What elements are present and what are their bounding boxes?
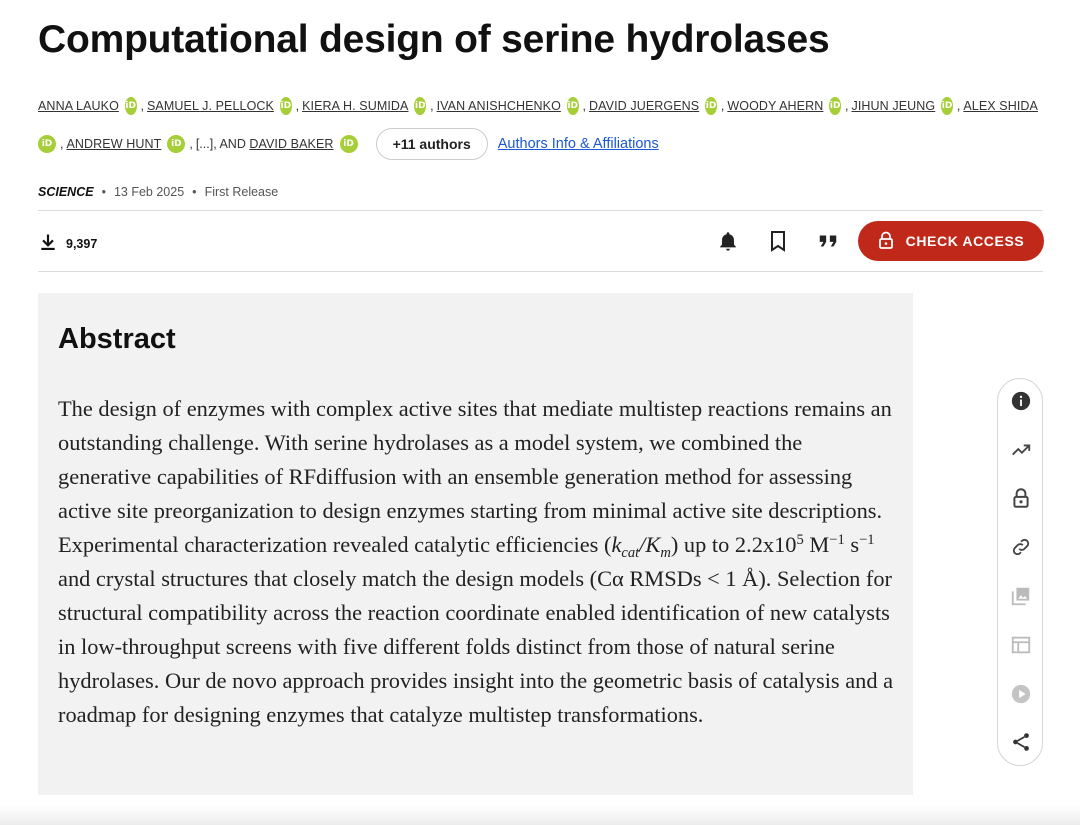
orcid-icon[interactable]: iD (829, 97, 841, 115)
publication-date: 13 Feb 2025 (113, 185, 185, 199)
author-separator: , (720, 99, 725, 113)
download-count-value: 9,397 (66, 236, 98, 251)
exponent: −1 (859, 531, 875, 548)
author-list: ANNA LAUKO iD, SAMUEL J. PELLOCK iD, KIE… (38, 94, 1038, 160)
share-icon[interactable] (1009, 730, 1033, 754)
author-link[interactable]: WOODY AHERN (727, 99, 823, 113)
author-separator: , (845, 99, 849, 113)
article-title: Computational design of serine hydrolase… (38, 18, 830, 61)
m-subscript: m (660, 545, 671, 562)
bell-icon[interactable] (716, 229, 740, 253)
article-meta: SCIENCE • 13 Feb 2025 • First Release (38, 185, 278, 199)
K-letter: K (645, 532, 661, 557)
author-link[interactable]: DAVID BAKER (249, 137, 333, 151)
author-link[interactable]: IVAN ANISHCHENKO (437, 99, 561, 113)
author-line-1: ANNA LAUKO iD, SAMUEL J. PELLOCK iD, KIE… (38, 94, 1038, 118)
affiliations-link[interactable]: Authors Info & Affiliations (498, 136, 659, 152)
trending-icon[interactable] (1009, 438, 1033, 462)
side-rail (997, 378, 1043, 766)
author-link[interactable]: ANDREW HUNT (66, 137, 161, 151)
divider (38, 271, 1043, 272)
abstract-heading: Abstract (58, 323, 176, 355)
author-link[interactable]: ANNA LAUKO (38, 99, 119, 113)
bookmark-icon[interactable] (766, 229, 790, 253)
journal-name: SCIENCE (38, 185, 94, 199)
divider (38, 210, 1043, 211)
author-separator: , (956, 99, 961, 113)
orcid-icon[interactable]: iD (124, 97, 137, 115)
download-icon (38, 232, 58, 255)
orcid-icon[interactable]: iD (279, 97, 292, 115)
author-separator: , (430, 99, 434, 113)
meta-bullet: • (192, 185, 197, 199)
info-icon[interactable] (1009, 389, 1033, 413)
author-link[interactable]: ALEX SHIDA (963, 99, 1038, 113)
exponent: −1 (829, 531, 845, 548)
orcid-icon[interactable]: iD (339, 135, 358, 153)
abstract-section: Abstract The design of enzymes with comp… (38, 293, 913, 795)
orcid-icon[interactable]: iD (705, 97, 717, 115)
abstract-text-part: and crystal structures that closely matc… (58, 566, 894, 727)
cat-subscript: cat (621, 545, 640, 562)
more-authors-button[interactable]: +11 authors (375, 128, 488, 160)
lock-open-icon[interactable] (1009, 486, 1033, 510)
download-count[interactable]: 9,397 (38, 232, 97, 255)
play-icon[interactable] (1009, 682, 1033, 706)
abstract-text: The design of enzymes with complex activ… (58, 392, 898, 732)
link-icon[interactable] (1009, 535, 1033, 559)
check-access-label: CHECK ACCESS (905, 233, 1025, 249)
author-link[interactable]: JIHUN JEUNG (851, 99, 935, 113)
author-line-2: iD, ANDREW HUNT iD, [...], AND DAVID BAK… (38, 128, 1038, 160)
author-separator: , (189, 137, 193, 151)
publication-status: First Release (204, 185, 279, 199)
author-separator: , (582, 99, 587, 113)
orcid-icon[interactable]: iD (941, 97, 953, 115)
check-access-button[interactable]: CHECK ACCESS (858, 221, 1044, 261)
meta-bullet: • (101, 185, 106, 199)
author-ellipsis: [...], AND (195, 137, 246, 151)
exponent: 5 (796, 531, 804, 548)
abstract-text-part: M (803, 532, 830, 557)
bottom-fade (0, 805, 1080, 825)
author-separator: , (295, 99, 300, 113)
orcid-icon[interactable]: iD (414, 97, 427, 115)
author-separator: , (60, 137, 64, 151)
table-icon[interactable] (1009, 633, 1033, 657)
author-link[interactable]: KIERA H. SUMIDA (302, 99, 408, 113)
author-link[interactable]: DAVID JUERGENS (589, 99, 699, 113)
lock-icon (878, 231, 894, 252)
orcid-icon[interactable]: iD (566, 97, 579, 115)
orcid-icon[interactable]: iD (38, 135, 56, 153)
orcid-icon[interactable]: iD (167, 135, 186, 153)
author-separator: , (140, 99, 144, 113)
images-icon[interactable] (1009, 584, 1033, 608)
kcat-symbol: kcat/Km (611, 532, 670, 561)
author-link[interactable]: SAMUEL J. PELLOCK (147, 99, 274, 113)
quote-icon[interactable] (816, 229, 840, 253)
article-toolbar: 9,397 CHECK ACCESS (38, 212, 1044, 271)
k-letter: k (611, 532, 622, 557)
abstract-text-part: ) up to 2.2x10 (670, 532, 797, 557)
abstract-text-part: s (844, 532, 860, 557)
